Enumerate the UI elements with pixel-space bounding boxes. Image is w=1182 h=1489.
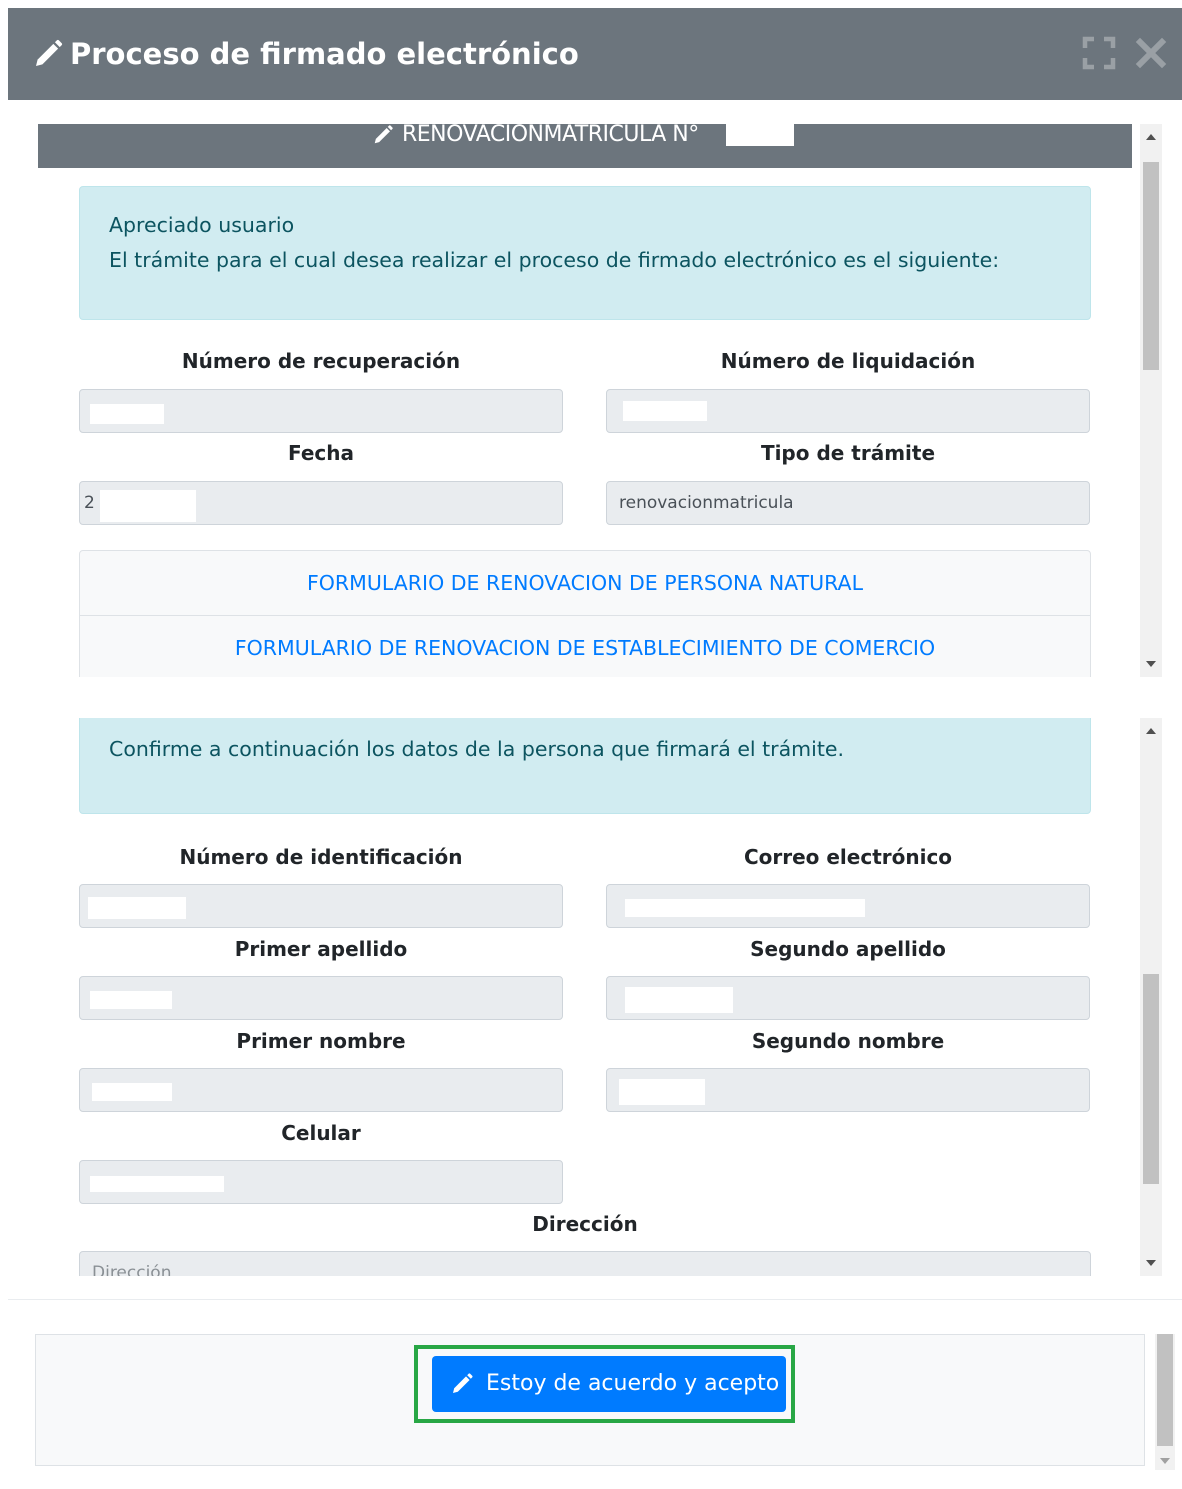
pencil-icon [453,1373,473,1393]
scrollbar-thumb[interactable] [1143,974,1159,1184]
liquidacion-label: Número de liquidación [720,349,976,373]
direccion-field[interactable]: Dirección [79,1251,1091,1276]
confirm-alert: Confirme a continuación los datos de la … [79,718,1091,814]
correo-label: Correo electrónico [743,845,953,869]
scrollbar-thumb[interactable] [1157,1334,1173,1446]
scroll-up-arrow[interactable] [1146,134,1156,140]
tramite-header-text: RENOVACIONMATRICULA N° [402,124,699,147]
segundo-apellido-label: Segundo apellido [750,937,946,961]
confirm-message: Confirme a continuación los datos de la … [109,737,844,761]
recuperacion-field[interactable] [79,389,563,433]
identificacion-field[interactable] [79,884,563,928]
primer-nombre-label: Primer nombre [236,1029,406,1053]
segundo-nombre-field[interactable] [606,1068,1090,1112]
identificacion-label: Número de identificación [179,845,463,869]
primer-nombre-field[interactable] [79,1068,563,1112]
link-formulario-establecimiento[interactable]: FORMULARIO DE RENOVACION DE ESTABLECIMIE… [79,615,1091,677]
tipo-tramite-label: Tipo de trámite [760,441,936,465]
primer-apellido-field[interactable] [79,976,563,1020]
scroll-down-arrow[interactable] [1160,1458,1170,1464]
celular-label: Celular [281,1121,361,1145]
fecha-label: Fecha [287,441,354,465]
correo-field[interactable] [606,884,1090,928]
tramite-header: RENOVACIONMATRICULA N° [38,124,1132,168]
tramite-scrollbar[interactable] [1140,124,1162,677]
scroll-down-arrow[interactable] [1146,1260,1156,1266]
scrollbar-thumb[interactable] [1143,162,1159,370]
tramite-panel: RENOVACIONMATRICULA N° Apreciado usuario… [38,124,1132,677]
footer-scrollbar[interactable] [1155,1334,1175,1470]
recuperacion-label: Número de recuperación [181,349,461,373]
alert-message: El trámite para el cual desea realizar e… [109,248,1000,272]
segundo-apellido-field[interactable] [606,976,1090,1020]
scroll-down-arrow[interactable] [1146,661,1156,667]
firmante-panel: Confirme a continuación los datos de la … [38,718,1132,1276]
scroll-up-arrow[interactable] [1146,728,1156,734]
alert-greeting: Apreciado usuario [109,213,295,237]
firmante-scrollbar[interactable] [1140,718,1162,1276]
dialog-title: Proceso de firmado electrónico [70,37,579,71]
primer-apellido-label: Primer apellido [234,937,408,961]
liquidacion-field[interactable] [606,389,1090,433]
pencil-icon [36,39,63,66]
close-icon[interactable] [1134,36,1168,70]
footer-divider [8,1299,1182,1300]
info-alert: Apreciado usuario El trámite para el cua… [79,186,1091,320]
tipo-tramite-field[interactable]: renovacionmatricula [606,481,1090,525]
pencil-icon [374,125,393,144]
celular-field[interactable] [79,1160,563,1204]
link-formulario-persona-natural[interactable]: FORMULARIO DE RENOVACION DE PERSONA NATU… [79,550,1091,616]
accept-button-label: Estoy de acuerdo y acepto [486,1371,780,1396]
direccion-label: Dirección [532,1212,638,1236]
segundo-nombre-label: Segundo nombre [751,1029,945,1053]
accept-button[interactable]: Estoy de acuerdo y acepto [432,1356,786,1412]
dialog-titlebar: Proceso de firmado electrónico [8,8,1182,100]
maximize-icon[interactable] [1082,36,1116,70]
fecha-field[interactable]: 2 [79,481,563,525]
